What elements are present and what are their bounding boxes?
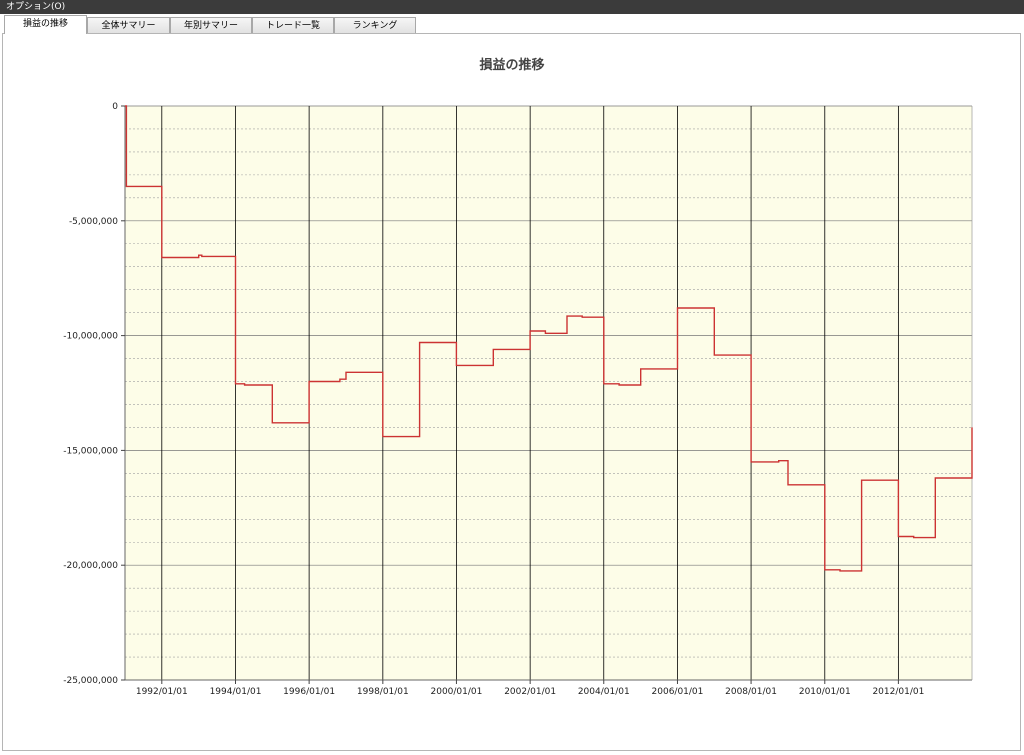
- x-tick-label: 2012/01/01: [872, 687, 924, 697]
- x-tick-label: 2006/01/01: [652, 687, 704, 697]
- y-tick-label: -10,000,000: [63, 332, 118, 342]
- tab-pnl-trend[interactable]: 損益の推移: [4, 15, 87, 34]
- x-tick-label: 2000/01/01: [431, 687, 483, 697]
- x-tick-label: 2008/01/01: [725, 687, 777, 697]
- y-tick-label: -5,000,000: [69, 217, 118, 227]
- x-tick-label: 1996/01/01: [283, 687, 335, 697]
- x-tick-label: 1994/01/01: [210, 687, 262, 697]
- chart-title: 損益の推移: [479, 57, 544, 73]
- y-tick-label: -20,000,000: [63, 561, 118, 571]
- x-tick-label: 2002/01/01: [504, 687, 556, 697]
- x-tick-label: 1998/01/01: [357, 687, 409, 697]
- y-tick-label: -25,000,000: [63, 676, 118, 686]
- y-axis-ticks: 0 -5,000,000 -10,000,000 -15,000,000 -20,000…: [63, 102, 125, 686]
- x-tick-label: 2010/01/01: [799, 687, 851, 697]
- x-axis-ticks: 1992/01/01 1994/01/01 1996/01/01 1998/01/01…: [136, 680, 924, 697]
- y-tick-label: -15,000,000: [63, 446, 118, 456]
- y-tick-label: 0: [112, 102, 118, 112]
- plot-area: [125, 106, 972, 680]
- x-tick-label: 2004/01/01: [578, 687, 630, 697]
- x-tick-label: 1992/01/01: [136, 687, 188, 697]
- pnl-chart: 損益の推移 0 -5,000,000 -10,000,000 -15,000,000 -…: [63, 57, 973, 697]
